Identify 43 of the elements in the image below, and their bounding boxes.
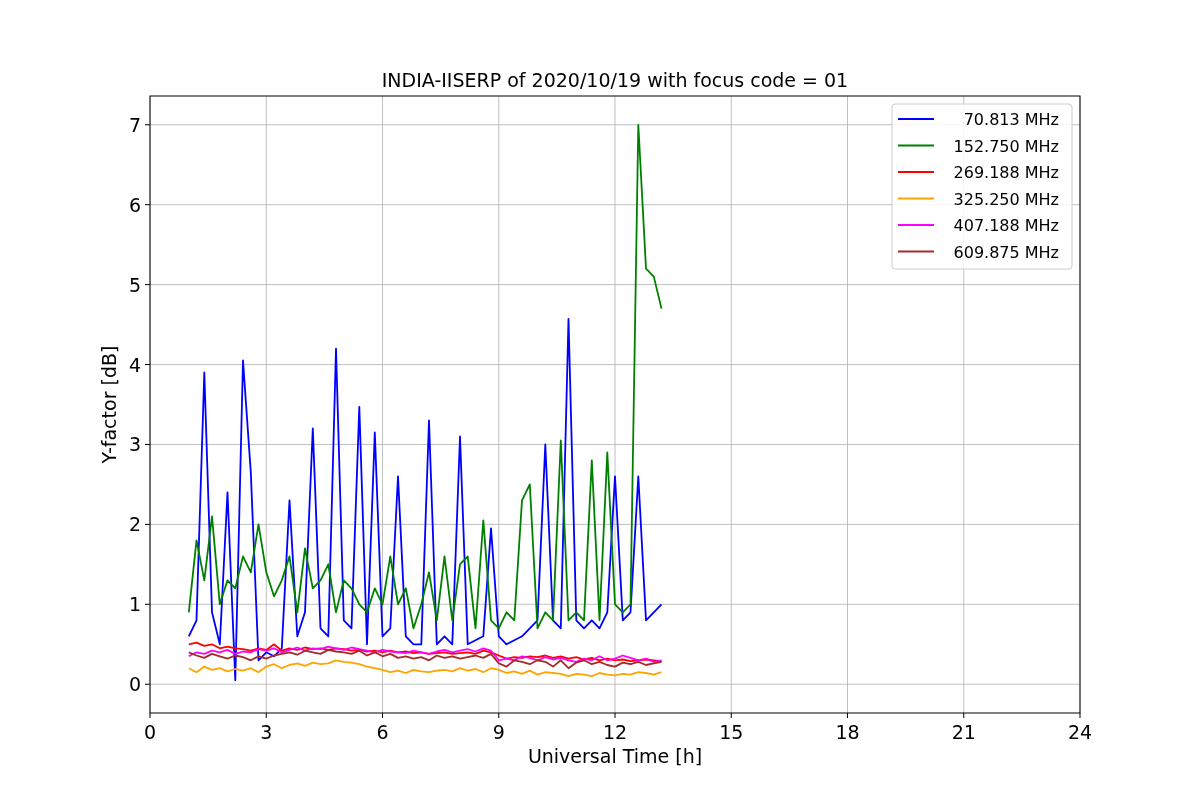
x-tick-label: 24 (1067, 721, 1093, 743)
y-tick-label: 6 (128, 193, 141, 216)
x-tick-label: 3 (260, 721, 273, 743)
tick-mark (144, 603, 151, 605)
legend-label: 70.813 MHz (963, 110, 1059, 129)
tick-mark (144, 284, 151, 286)
legend-label: 152.750 MHz (953, 136, 1059, 156)
tick-mark (963, 712, 965, 719)
legend-label: 407.188 MHz (953, 216, 1059, 235)
tick-mark (144, 683, 151, 685)
tick-mark (847, 712, 848, 719)
x-tick-label: 15 (719, 721, 744, 743)
legend-label: 269.188 MHz (953, 163, 1059, 182)
y-tick-label: 7 (128, 113, 141, 136)
chart-title: INDIA-IISERP of 2020/10/19 with focus code = 01 (381, 69, 849, 91)
tick-mark (382, 712, 383, 719)
x-tick-label: 9 (492, 721, 505, 743)
tick-mark (498, 712, 500, 719)
tick-mark (144, 124, 151, 126)
tick-mark (144, 364, 151, 366)
tick-mark (144, 443, 151, 445)
tick-mark (265, 712, 267, 719)
tick-mark (144, 204, 151, 206)
y-tick-label: 5 (128, 273, 141, 296)
y-tick-label: 0 (128, 673, 141, 696)
x-tick-label: 12 (602, 721, 628, 743)
y-tick-label: 2 (128, 513, 141, 536)
x-tick-label: 21 (951, 721, 976, 743)
x-axis-label: Universal Time [h] (527, 745, 703, 767)
y-tick-label: 3 (128, 433, 141, 456)
legend-label: 609.875 MHz (953, 242, 1059, 262)
tick-mark (614, 712, 616, 719)
x-tick-label: 18 (835, 721, 860, 743)
y-axis-label: Y-factor [dB] (98, 345, 120, 464)
tick-mark (144, 523, 151, 525)
tick-mark (149, 712, 151, 719)
x-tick-label: 0 (143, 721, 157, 743)
legend-label: 325.250 MHz (953, 189, 1059, 209)
y-tick-label: 1 (128, 593, 141, 616)
y-tick-label: 4 (128, 353, 141, 376)
x-tick-label: 6 (376, 721, 389, 743)
tick-mark (1079, 712, 1081, 719)
tick-mark (730, 712, 732, 719)
